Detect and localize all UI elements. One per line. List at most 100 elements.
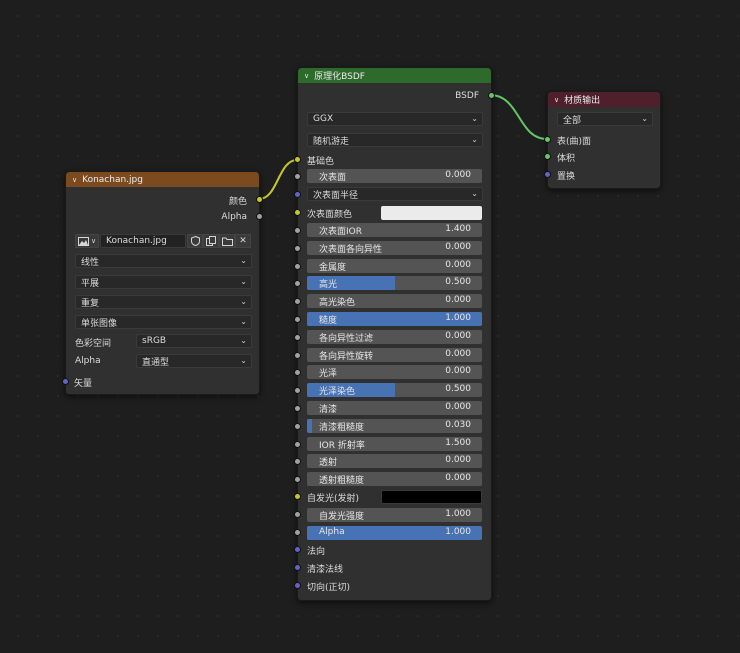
emission-strength-value: 1.000 — [445, 509, 471, 519]
image-name-field[interactable]: Konachan.jpg — [100, 234, 186, 248]
emission-color-swatch[interactable] — [381, 490, 482, 504]
param-field[interactable]: 各向异性旋转 0.000 — [307, 348, 482, 362]
input-param-socket[interactable] — [294, 334, 301, 341]
output-color-socket[interactable] — [256, 196, 263, 203]
duplicate-image-button[interactable] — [203, 234, 219, 248]
image-texture-node[interactable]: ∨ Konachan.jpg 颜色 Alpha ∨ Konachan.jpg ✕… — [62, 171, 263, 395]
distribution-dropdown[interactable]: GGX ⌄ — [307, 112, 483, 126]
input-param-socket[interactable] — [294, 441, 301, 448]
input-normal-socket[interactable] — [294, 546, 301, 553]
param-field[interactable]: IOR 折射率 1.500 — [307, 437, 482, 451]
param-field[interactable]: 次表面IOR 1.400 — [307, 223, 482, 237]
param-label: 光泽 — [319, 369, 338, 379]
input-subsurface-socket[interactable] — [294, 173, 301, 180]
input-param-socket[interactable] — [294, 316, 301, 323]
param-field[interactable]: 次表面各向异性 0.000 — [307, 241, 482, 255]
input-param-socket[interactable] — [294, 476, 301, 483]
collapse-chevron-icon[interactable]: ∨ — [304, 72, 309, 80]
input-subsurface-radius-socket[interactable] — [294, 191, 301, 198]
param-label: 清漆 — [319, 405, 338, 415]
fake-user-button[interactable] — [187, 234, 203, 248]
param-label: 高光 — [319, 280, 338, 290]
input-param-socket[interactable] — [294, 352, 301, 359]
interpolation-dropdown[interactable]: 线性 ⌄ — [75, 254, 252, 268]
image-node-header[interactable]: ∨ Konachan.jpg — [66, 172, 259, 187]
input-clearcoat-normal-socket[interactable] — [294, 564, 301, 571]
image-name-value: Konachan.jpg — [106, 236, 167, 246]
base-color-row: 基础色 — [294, 152, 491, 168]
alpha-mode-dropdown[interactable]: 直通型 ⌄ — [136, 354, 252, 368]
param-field[interactable]: 透射粗糙度 0.000 — [307, 472, 482, 486]
subsurface-radius-dropdown[interactable]: 次表面半径 ⌄ — [307, 187, 483, 201]
projection-value: 平展 — [81, 278, 100, 289]
output-node-header[interactable]: ∨ 材质输出 — [548, 92, 660, 107]
param-field[interactable]: 各向异性过滤 0.000 — [307, 330, 482, 344]
input-tangent-socket[interactable] — [294, 582, 301, 589]
extension-dropdown[interactable]: 重复 ⌄ — [75, 295, 252, 309]
input-displacement-label: 置换 — [557, 171, 576, 182]
open-image-button[interactable] — [219, 234, 235, 248]
input-subsurface-color-socket[interactable] — [294, 209, 301, 216]
projection-dropdown[interactable]: 平展 ⌄ — [75, 275, 252, 289]
param-field[interactable]: 糙度 1.000 — [307, 312, 482, 326]
input-param-socket[interactable] — [294, 387, 301, 394]
target-dropdown[interactable]: 全部 ⌄ — [557, 112, 653, 126]
param-label: IOR 折射率 — [319, 441, 365, 451]
source-dropdown[interactable]: 单张图像 ⌄ — [75, 315, 252, 329]
bsdf-node-header[interactable]: ∨ 原理化BSDF — [298, 68, 491, 83]
input-param-socket[interactable] — [294, 227, 301, 234]
input-emission-socket[interactable] — [294, 493, 301, 500]
param-field[interactable]: 清漆粗糙度 0.030 — [307, 419, 482, 433]
input-volume-socket[interactable] — [544, 153, 551, 160]
emission-label: 自发光(发射) — [307, 494, 360, 504]
tangent-label: 切向(正切) — [307, 582, 351, 593]
input-alpha-socket[interactable] — [294, 529, 301, 536]
input-displacement-socket[interactable] — [544, 171, 551, 178]
principled-bsdf-node[interactable]: ∨ 原理化BSDF BSDF GGX ⌄ 随机游走 ⌄ 基础色 次表面 0.00… — [294, 67, 495, 601]
param-field[interactable]: 透射 0.000 — [307, 454, 482, 468]
input-base-color-socket[interactable] — [294, 156, 301, 163]
clearcoat-normal-row: 清漆法线 — [294, 560, 491, 576]
input-vector-socket[interactable] — [62, 378, 69, 385]
unlink-image-button[interactable]: ✕ — [235, 234, 251, 248]
input-param-socket[interactable] — [294, 263, 301, 270]
subsurface-color-swatch[interactable] — [381, 206, 482, 220]
subsurface-value: 0.000 — [445, 170, 471, 180]
input-surface-socket[interactable] — [544, 136, 551, 143]
output-alpha-socket[interactable] — [256, 213, 263, 220]
param-value: 0.000 — [445, 455, 471, 465]
param-field[interactable]: 高光染色 0.000 — [307, 294, 482, 308]
subsurface-method-dropdown[interactable]: 随机游走 ⌄ — [307, 133, 483, 147]
input-param-socket[interactable] — [294, 458, 301, 465]
input-param-socket[interactable] — [294, 405, 301, 412]
close-icon: ✕ — [239, 236, 247, 246]
param-label: 各向异性过滤 — [319, 334, 374, 344]
input-param-socket[interactable] — [294, 298, 301, 305]
input-surface-label: 表(曲)面 — [557, 136, 592, 147]
input-param-socket[interactable] — [294, 369, 301, 376]
alpha-field[interactable]: Alpha 1.000 — [307, 526, 482, 540]
param-field[interactable]: 光泽 0.000 — [307, 365, 482, 379]
param-field[interactable]: 高光 0.500 — [307, 276, 482, 290]
input-param-socket[interactable] — [294, 245, 301, 252]
emission-strength-field[interactable]: 自发光强度 1.000 — [307, 508, 482, 522]
colorspace-dropdown[interactable]: sRGB ⌄ — [136, 334, 252, 348]
input-param-socket[interactable] — [294, 280, 301, 287]
param-field[interactable]: 清漆 0.000 — [307, 401, 482, 415]
collapse-chevron-icon[interactable]: ∨ — [72, 176, 77, 184]
subsurface-field[interactable]: 次表面 0.000 — [307, 169, 482, 183]
param-field[interactable]: 金属度 0.000 — [307, 259, 482, 273]
param-field[interactable]: 光泽染色 0.500 — [307, 383, 482, 397]
param-value: 0.030 — [445, 420, 471, 430]
distribution-value: GGX — [313, 114, 334, 124]
subsurface-color-label: 次表面颜色 — [307, 210, 353, 220]
input-emission-strength-socket[interactable] — [294, 511, 301, 518]
param-label: 光泽染色 — [319, 387, 356, 397]
collapse-chevron-icon[interactable]: ∨ — [554, 96, 559, 104]
image-browse-button[interactable]: ∨ — [75, 234, 99, 248]
output-bsdf-socket[interactable] — [488, 92, 495, 99]
input-param-socket[interactable] — [294, 423, 301, 430]
chevron-down-icon: ⌄ — [240, 277, 247, 286]
material-output-node[interactable]: ∨ 材质输出 全部 ⌄ 表(曲)面 体积 置换 — [544, 91, 661, 189]
input-surface-row: 表(曲)面 — [544, 132, 660, 148]
